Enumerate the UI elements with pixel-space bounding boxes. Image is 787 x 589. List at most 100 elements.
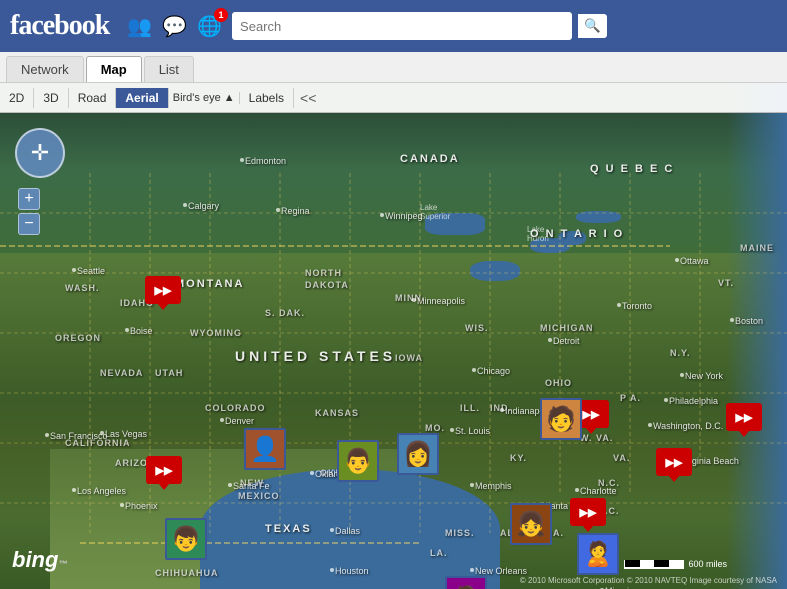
lake-ontario — [576, 211, 621, 223]
profile-photo: 🙎 — [577, 533, 619, 575]
messages-icon[interactable]: 💬 — [162, 14, 187, 39]
map-terrain-canada — [0, 113, 787, 253]
lake-erie — [558, 231, 586, 245]
map-btn-birds-eye[interactable]: Bird's eye ▲ — [169, 92, 240, 104]
city-dot-santa-fe — [228, 483, 232, 487]
pin-icon: ▶▶ — [583, 408, 600, 421]
avatar-emoji: 🙍 — [451, 583, 481, 589]
lake-huron-label: LakeHuron — [527, 225, 549, 243]
map-scale: 600 miles — [624, 559, 727, 569]
pin-icon: ▶▶ — [736, 411, 753, 424]
notification-badge: 1 — [214, 8, 228, 22]
city-dot-new-york — [680, 373, 684, 377]
map-pin-3[interactable]: ▶▶ — [726, 403, 762, 431]
map-pin-11[interactable]: 👦 — [165, 518, 207, 560]
map-gulf — [200, 469, 500, 589]
search-button[interactable]: 🔍 — [578, 14, 607, 38]
map-pin-1[interactable]: ▶▶ — [146, 456, 182, 484]
search-input[interactable] — [232, 12, 572, 40]
pin-icon: ▶▶ — [666, 456, 683, 469]
map-btn-3d[interactable]: 3D — [34, 88, 68, 108]
city-dot-winnipeg — [380, 213, 384, 217]
map-btn-aerial[interactable]: Aerial — [116, 88, 168, 108]
avatar-emoji: 👧 — [516, 510, 546, 539]
map-pin-0[interactable]: ▶▶ — [145, 276, 181, 304]
profile-photo: 👦 — [165, 518, 207, 560]
red-pin-marker: ▶▶ — [570, 498, 606, 526]
profile-photo: 🧑 — [540, 398, 582, 440]
zoom-out-button[interactable]: − — [18, 213, 40, 235]
tab-bar: Network Map List — [0, 52, 787, 83]
map-pin-5[interactable]: ▶▶ — [570, 498, 606, 526]
map-pin-14[interactable]: 🙍 — [445, 576, 487, 589]
tab-network[interactable]: Network — [6, 56, 84, 82]
lake-michigan — [470, 261, 520, 281]
city-dot-denver — [220, 418, 224, 422]
city-dot-boston — [730, 318, 734, 322]
city-dot-st-louis — [450, 428, 454, 432]
profile-photo: 👨 — [337, 440, 379, 482]
profile-photo: 🙍 — [445, 576, 487, 589]
city-dot-toronto — [617, 303, 621, 307]
zoom-in-button[interactable]: + — [18, 188, 40, 210]
red-pin-marker: ▶▶ — [656, 448, 692, 476]
city-dot-boise — [125, 328, 129, 332]
map-pin-13[interactable]: 🙎 — [577, 533, 619, 575]
city-dot-calgary — [183, 203, 187, 207]
map-pin-10[interactable]: 🧑 — [540, 398, 582, 440]
city-dot-minneapolis — [412, 298, 416, 302]
map-btn-labels[interactable]: Labels — [240, 88, 294, 108]
city-dot-seattle — [72, 268, 76, 272]
city-dot-detroit — [548, 338, 552, 342]
map-toolbar: 2D 3D Road Aerial Bird's eye ▲ Labels << — [0, 83, 787, 113]
tab-list[interactable]: List — [144, 56, 194, 82]
scale-label: 600 miles — [688, 559, 727, 569]
city-dot-las-vegas — [100, 431, 104, 435]
pin-icon: ▶▶ — [580, 506, 597, 519]
city-dot-indianapolis — [500, 408, 504, 412]
city-dot-oklahoma-city — [310, 471, 314, 475]
map-btn-collapse[interactable]: << — [294, 87, 322, 109]
map-pin-4[interactable]: ▶▶ — [656, 448, 692, 476]
avatar-emoji: 👨 — [343, 447, 373, 476]
city-dot-philadelphia — [664, 398, 668, 402]
red-pin-marker: ▶▶ — [726, 403, 762, 431]
map-pin-7[interactable]: 👤 — [244, 428, 286, 470]
red-pin-marker: ▶▶ — [145, 276, 181, 304]
pin-icon: ▶▶ — [155, 284, 172, 297]
map-pin-8[interactable]: 👨 — [337, 440, 379, 482]
map-btn-2d[interactable]: 2D — [0, 88, 34, 108]
avatar-emoji: 🧑 — [546, 405, 576, 434]
map-btn-road[interactable]: Road — [69, 88, 117, 108]
profile-photo: 👩 — [397, 433, 439, 475]
city-dot-memphis — [470, 483, 474, 487]
map-pin-9[interactable]: 👩 — [397, 433, 439, 475]
city-dot-washington-d-c- — [648, 423, 652, 427]
globe-icon[interactable]: 🌐 1 — [197, 14, 222, 39]
friends-icon[interactable]: 👥 — [127, 14, 152, 39]
city-dot-new-orleans — [470, 568, 474, 572]
tab-map[interactable]: Map — [86, 56, 142, 82]
map-pin-12[interactable]: 👧 — [510, 503, 552, 545]
profile-photo: 👤 — [244, 428, 286, 470]
avatar-emoji: 🙎 — [583, 540, 613, 569]
city-dot-san-francisco — [45, 433, 49, 437]
city-dot-dallas — [330, 528, 334, 532]
app-header: facebook 👥 💬 🌐 1 🔍 — [0, 0, 787, 52]
profile-photo: 👧 — [510, 503, 552, 545]
facebook-logo[interactable]: facebook — [10, 10, 109, 42]
bing-logo: bing™ — [12, 547, 67, 581]
avatar-emoji: 👩 — [403, 440, 433, 469]
map-compass[interactable] — [15, 128, 65, 178]
pin-icon: ▶▶ — [156, 464, 173, 477]
city-dot-los-angeles — [72, 488, 76, 492]
avatar-emoji: 👦 — [171, 525, 201, 554]
city-dot-regina — [276, 208, 280, 212]
city-dot-phoenix — [120, 503, 124, 507]
city-dot-chicago — [472, 368, 476, 372]
map-container[interactable]: 2D 3D Road Aerial Bird's eye ▲ Labels <<… — [0, 83, 787, 589]
city-dot-houston — [330, 568, 334, 572]
city-dot-charlotte — [575, 488, 579, 492]
city-dot-ottawa — [675, 258, 679, 262]
map-copyright: © 2010 Microsoft Corporation © 2010 NAVT… — [520, 576, 777, 585]
